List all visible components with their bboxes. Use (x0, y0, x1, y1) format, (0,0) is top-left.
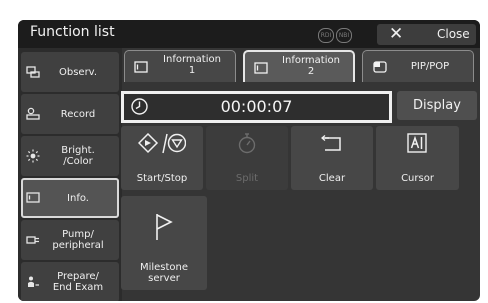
sidebar-item-info[interactable]: Info. (21, 178, 119, 218)
stopwatch-icon (238, 133, 256, 154)
cursor-icon (407, 133, 427, 153)
close-button[interactable]: ✕ Close (377, 24, 476, 45)
prepare-exam-icon (28, 276, 39, 287)
observation-icon (26, 66, 40, 78)
cursor-button[interactable]: Cursor (376, 126, 459, 190)
sidebar-item-label: Pump/ peripheral (52, 229, 104, 251)
start-stop-icon (138, 133, 186, 154)
tab-label: PIP/POP (410, 61, 450, 72)
start-stop-button[interactable]: Start/Stop (121, 126, 203, 190)
sidebar-item-label: Prepare/ End Exam (52, 271, 104, 293)
brightness-icon (26, 149, 40, 163)
timer-panel: 00:00:07 (121, 91, 392, 123)
tab-information-2[interactable]: Information 2 (243, 50, 355, 82)
sidebar-item-label: Info. (67, 192, 89, 204)
sidebar: Observ. Record Bright. /Color Info. Pump… (18, 48, 122, 301)
sidebar-item-pump[interactable]: Pump/ peripheral (21, 220, 119, 260)
start-stop-label: Start/Stop (136, 173, 188, 184)
sidebar-item-prepare-end-exam[interactable]: Prepare/ End Exam (21, 262, 119, 301)
display-button[interactable]: Display (397, 91, 477, 120)
close-label: Close (437, 27, 470, 41)
timer-value: 00:00:07 (220, 97, 293, 116)
sidebar-item-label: Bright. /Color (61, 145, 95, 167)
monitor-icon (134, 61, 148, 73)
window-title: Function list (30, 24, 115, 40)
clear-icon (321, 135, 341, 151)
clear-button[interactable]: Clear (291, 126, 373, 190)
nbi-badge: NBI (336, 28, 352, 43)
milestone-label: Milestone server (139, 262, 189, 284)
function-list-window: Function list RDI NBI ✕ Close Observ. Re… (18, 20, 480, 301)
clear-label: Clear (318, 173, 346, 184)
tab-label: Information 1 (163, 54, 221, 76)
sidebar-item-label: Record (60, 108, 96, 120)
record-icon (26, 107, 40, 120)
tab-pip-pop[interactable]: PIP/POP (362, 50, 474, 82)
tab-label: Information 2 (282, 55, 340, 77)
pip-icon (373, 61, 387, 73)
title-bar: Function list RDI NBI ✕ Close (18, 20, 480, 48)
sidebar-item-observ[interactable]: Observ. (21, 52, 119, 92)
split-label: Split (235, 173, 259, 184)
sidebar-item-record[interactable]: Record (21, 94, 119, 134)
rdi-badge: RDI (318, 28, 334, 43)
monitor-icon (254, 62, 268, 74)
sidebar-item-brightness[interactable]: Bright. /Color (21, 136, 119, 176)
close-icon: ✕ (389, 24, 404, 44)
info-icon (26, 192, 40, 203)
split-button[interactable]: Split (206, 126, 288, 190)
tab-information-1[interactable]: Information 1 (124, 50, 236, 82)
cursor-label: Cursor (401, 173, 434, 184)
milestone-server-button[interactable]: Milestone server (121, 196, 207, 290)
pump-icon (26, 236, 39, 244)
flag-icon (156, 214, 173, 240)
sidebar-item-label: Observ. (58, 66, 97, 78)
